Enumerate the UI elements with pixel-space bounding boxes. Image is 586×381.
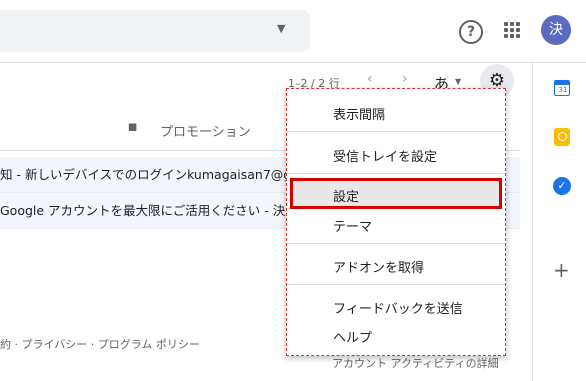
tab-promotions[interactable]: プロモーション [160,121,251,140]
topbar-divider [0,62,586,63]
add-addon-icon[interactable]: + [553,258,570,282]
menu-item-settings[interactable]: 設定 [333,186,359,205]
menu-item-settings-highlight[interactable] [290,178,502,209]
tasks-icon[interactable]: ✓ [553,177,571,195]
menu-divider [287,284,505,285]
footer-links[interactable]: 約 · プライバシー · プログラム ポリシー [0,336,200,352]
account-avatar[interactable]: 決 [541,15,571,45]
settings-menu: 表示間隔 受信トレイを設定 設定 テーマ アドオンを取得 フィードバックを送信 … [286,88,506,356]
account-activity-link[interactable]: アカウント アクティビティの詳細 [332,355,499,371]
apps-grid-icon[interactable] [504,22,520,38]
next-page-button[interactable]: › [402,71,408,87]
menu-item-get-addons[interactable]: アドオンを取得 [333,257,424,276]
tag-icon: ◆ [122,117,142,137]
menu-divider [287,243,505,244]
search-options-caret-icon[interactable]: ▼ [277,22,285,35]
menu-item-send-feedback[interactable]: フィードバックを送信 [333,298,463,317]
side-panel-divider [532,63,533,381]
menu-divider [287,131,505,132]
previous-page-button[interactable]: ‹ [367,71,373,87]
calendar-icon[interactable]: 31 [554,80,570,96]
menu-item-configure-inbox[interactable]: 受信トレイを設定 [333,146,437,165]
calendar-day-label: 31 [558,86,568,94]
menu-item-themes[interactable]: テーマ [333,216,372,235]
help-button[interactable]: ? [459,20,483,44]
search-input[interactable] [0,10,310,52]
menu-item-density[interactable]: 表示間隔 [333,104,385,123]
menu-item-help[interactable]: ヘルプ [333,327,372,346]
input-tools-caret-icon[interactable]: ▼ [455,77,461,86]
keep-icon[interactable] [554,128,570,146]
menu-divider [287,173,505,174]
